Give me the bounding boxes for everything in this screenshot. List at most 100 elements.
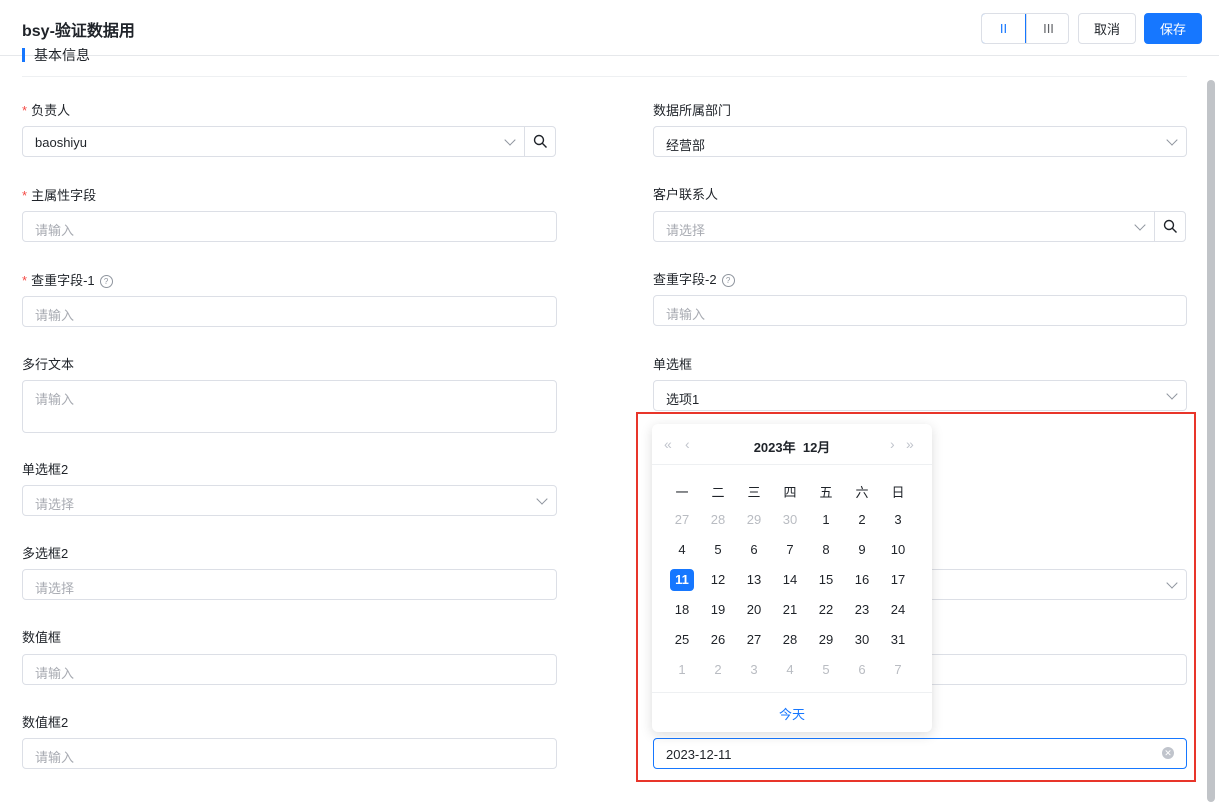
calendar-day[interactable]: 16 bbox=[844, 568, 880, 592]
cancel-button[interactable]: 取消 bbox=[1078, 13, 1136, 44]
calendar-day[interactable]: 6 bbox=[736, 538, 772, 562]
calendar-day[interactable]: 12 bbox=[700, 568, 736, 592]
calendar-day[interactable]: 15 bbox=[808, 568, 844, 592]
chevron-down-icon bbox=[1166, 388, 1178, 400]
chevron-down-icon bbox=[1166, 134, 1178, 146]
multiline-label: 多行文本 bbox=[22, 357, 75, 372]
weekday-label: 六 bbox=[855, 485, 869, 500]
weekday-label: 一 bbox=[675, 485, 689, 500]
save-button[interactable]: 保存 bbox=[1144, 13, 1202, 44]
weekday-label: 五 bbox=[819, 485, 833, 500]
next-month-button[interactable]: › bbox=[890, 436, 895, 452]
help-icon[interactable]: ? bbox=[99, 275, 113, 288]
main-attr-input[interactable]: 请输入 bbox=[22, 211, 557, 242]
calendar-day[interactable]: 26 bbox=[700, 628, 736, 652]
number2-input[interactable]: 请输入 bbox=[22, 738, 557, 769]
weekday-label: 四 bbox=[783, 485, 797, 500]
chevron-down-icon bbox=[536, 493, 548, 505]
date-picker-panel: « ‹ 2023年 12月 › » 一二三四五六日 27 28 29 30 1 2 3 4 5 6… bbox=[652, 424, 932, 732]
calendar-day[interactable]: 19 bbox=[700, 598, 736, 622]
contact-label: 客户联系人 bbox=[653, 187, 719, 202]
multi2-select[interactable]: 请选择 bbox=[22, 569, 557, 600]
number2-label: 数值框2 bbox=[22, 715, 69, 730]
section-divider bbox=[22, 76, 1187, 77]
dup2-label: 查重字段-2? bbox=[653, 269, 735, 288]
main-attr-label: * 主属性字段 bbox=[22, 188, 97, 203]
layout-toggle: II III bbox=[981, 13, 1069, 44]
calendar-day[interactable]: 1 bbox=[808, 508, 844, 532]
dup1-input[interactable]: 请输入 bbox=[22, 296, 557, 327]
weekday-label: 二 bbox=[711, 485, 725, 500]
date-picker-footer: 今天 bbox=[652, 692, 932, 733]
number-label: 数值框 bbox=[22, 630, 62, 645]
calendar-day[interactable]: 6 bbox=[844, 658, 880, 682]
scrollbar[interactable] bbox=[1207, 80, 1215, 802]
page-header: bsy-验证数据用 II III 取消 保存 bbox=[0, 0, 1219, 56]
calendar-day[interactable]: 22 bbox=[808, 598, 844, 622]
calendar-day[interactable]: 17 bbox=[880, 568, 916, 592]
next-year-button[interactable]: » bbox=[906, 436, 914, 452]
calendar-day[interactable]: 11 bbox=[664, 568, 700, 592]
year-label[interactable]: 2023年 bbox=[754, 440, 796, 455]
radio-label: 单选框 bbox=[653, 357, 693, 372]
dup1-label: * 查重字段-1? bbox=[22, 270, 113, 289]
calendar-day[interactable]: 3 bbox=[736, 658, 772, 682]
calendar-day[interactable]: 1 bbox=[664, 658, 700, 682]
calendar-day[interactable]: 18 bbox=[664, 598, 700, 622]
calendar-day[interactable]: 14 bbox=[772, 568, 808, 592]
dept-select[interactable]: 经营部 bbox=[653, 126, 1187, 157]
owner-search-button[interactable] bbox=[524, 126, 556, 157]
calendar-day[interactable]: 20 bbox=[736, 598, 772, 622]
radio2-select[interactable]: 请选择 bbox=[22, 485, 557, 516]
calendar-day[interactable]: 9 bbox=[844, 538, 880, 562]
calendar-day[interactable]: 27 bbox=[736, 628, 772, 652]
dept-label: 数据所属部门 bbox=[653, 103, 732, 118]
calendar-day[interactable]: 4 bbox=[772, 658, 808, 682]
contact-select[interactable]: 请选择 bbox=[653, 211, 1155, 242]
owner-select[interactable]: baoshiyu bbox=[22, 126, 525, 157]
calendar-day[interactable]: 29 bbox=[808, 628, 844, 652]
multiline-textarea[interactable]: 请输入 bbox=[22, 380, 557, 433]
calendar-day[interactable]: 3 bbox=[880, 508, 916, 532]
calendar-day[interactable]: 30 bbox=[772, 508, 808, 532]
dup2-input[interactable]: 请输入 bbox=[653, 295, 1187, 326]
calendar-day[interactable]: 29 bbox=[736, 508, 772, 532]
calendar-day[interactable]: 5 bbox=[808, 658, 844, 682]
calendar-day[interactable]: 13 bbox=[736, 568, 772, 592]
calendar-day[interactable]: 21 bbox=[772, 598, 808, 622]
calendar-day[interactable]: 25 bbox=[664, 628, 700, 652]
date-picker-header: « ‹ 2023年 12月 › » bbox=[652, 424, 932, 465]
calendar-day[interactable]: 31 bbox=[880, 628, 916, 652]
calendar-day[interactable]: 7 bbox=[772, 538, 808, 562]
calendar-day[interactable]: 8 bbox=[808, 538, 844, 562]
radio-select[interactable]: 选项1 bbox=[653, 380, 1187, 411]
calendar-day[interactable]: 28 bbox=[700, 508, 736, 532]
contact-search-button[interactable] bbox=[1154, 211, 1186, 242]
chevron-down-icon bbox=[1134, 219, 1146, 231]
layout-three-column-button[interactable]: III bbox=[1026, 14, 1068, 43]
weekday-label: 日 bbox=[891, 485, 905, 500]
calendar-day[interactable]: 4 bbox=[664, 538, 700, 562]
chevron-down-icon bbox=[504, 134, 516, 146]
calendar-day[interactable]: 30 bbox=[844, 628, 880, 652]
calendar-day[interactable]: 27 bbox=[664, 508, 700, 532]
month-label[interactable]: 12月 bbox=[803, 440, 830, 455]
multi2-label: 多选框2 bbox=[22, 546, 69, 561]
help-icon[interactable]: ? bbox=[721, 274, 735, 287]
weekday-label: 三 bbox=[747, 485, 761, 500]
number-input[interactable]: 请输入 bbox=[22, 654, 557, 685]
calendar-day[interactable]: 5 bbox=[700, 538, 736, 562]
calendar-day[interactable]: 2 bbox=[700, 658, 736, 682]
calendar-day[interactable]: 23 bbox=[844, 598, 880, 622]
radio2-label: 单选框2 bbox=[22, 462, 69, 477]
layout-two-column-button[interactable]: II bbox=[982, 14, 1026, 43]
page-title: bsy-验证数据用 bbox=[22, 23, 135, 40]
section-title: 基本信息 bbox=[22, 48, 90, 62]
calendar-day[interactable]: 10 bbox=[880, 538, 916, 562]
calendar-day[interactable]: 7 bbox=[880, 658, 916, 682]
calendar-day[interactable]: 28 bbox=[772, 628, 808, 652]
today-button[interactable]: 今天 bbox=[652, 704, 932, 723]
calendar-day[interactable]: 24 bbox=[880, 598, 916, 622]
calendar-day[interactable]: 2 bbox=[844, 508, 880, 532]
search-icon bbox=[1163, 219, 1177, 233]
